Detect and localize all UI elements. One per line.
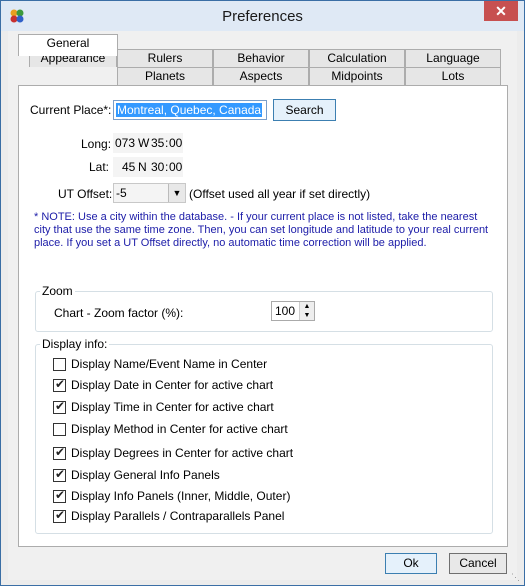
display-option-label[interactable]: Display Date in Center for active chart — [71, 378, 273, 392]
long-separator: : — [165, 136, 169, 150]
ok-button[interactable]: Ok — [385, 553, 437, 574]
lat-minutes[interactable]: 30 — [151, 160, 164, 174]
note-text: * NOTE: Use a city within the database. … — [34, 211, 489, 249]
lat-direction[interactable]: N — [138, 160, 147, 174]
ut-offset-value: -5 — [116, 186, 127, 200]
display-info-group-title: Display info: — [40, 337, 110, 351]
display-option-label[interactable]: Display Time in Center for active chart — [71, 400, 274, 414]
panel-content: Current Place*: Montreal, Quebec, Canada… — [0, 0, 525, 586]
spin-up-icon[interactable]: ▲ — [299, 302, 314, 311]
lat-seconds[interactable]: 00 — [169, 160, 182, 174]
long-minutes[interactable]: 35 — [151, 136, 164, 150]
long-direction[interactable]: W — [138, 136, 149, 150]
checkbox-checked[interactable] — [53, 467, 66, 482]
ut-offset-note: (Offset used all year if set directly) — [189, 187, 371, 201]
ut-offset-select[interactable]: -5 ▼ — [113, 183, 186, 203]
zoom-group-title: Zoom — [40, 284, 75, 298]
lat-separator: : — [165, 160, 169, 174]
lat-label: Lat: — [89, 160, 110, 174]
spin-down-icon[interactable]: ▼ — [299, 311, 314, 320]
checkbox-checked[interactable] — [53, 488, 66, 503]
display-option-label[interactable]: Display General Info Panels — [71, 468, 220, 482]
resize-grip-icon[interactable]: ⋱ — [511, 572, 521, 582]
zoom-factor-label: Chart - Zoom factor (%): — [54, 306, 184, 320]
lat-degrees[interactable]: 45 — [122, 160, 135, 174]
checkbox-checked[interactable] — [53, 445, 66, 460]
zoom-factor-input[interactable]: 100 ▲ ▼ — [271, 301, 315, 321]
display-info-group — [35, 344, 493, 534]
long-degrees[interactable]: 073 — [115, 136, 135, 150]
long-field[interactable]: 073 W 35 : 00 — [113, 133, 183, 153]
checkbox-unchecked[interactable] — [53, 358, 66, 371]
current-place-input[interactable]: Montreal, Quebec, Canada — [113, 100, 267, 120]
display-option-label[interactable]: Display Method in Center for active char… — [71, 422, 288, 436]
checkbox-checked[interactable] — [53, 508, 66, 523]
current-place-label: Current Place*: — [30, 103, 112, 117]
checkbox-checked[interactable] — [53, 377, 66, 392]
lat-field[interactable]: 45 N 30 : 00 — [113, 157, 183, 177]
cancel-button[interactable]: Cancel — [449, 553, 507, 574]
checkbox-checked[interactable] — [53, 399, 66, 414]
long-label: Long: — [81, 137, 112, 151]
checkbox-unchecked[interactable] — [53, 423, 66, 436]
zoom-factor-value: 100 — [275, 304, 296, 318]
long-seconds[interactable]: 00 — [169, 136, 182, 150]
ut-offset-label: UT Offset: — [58, 187, 113, 201]
display-option-label[interactable]: Display Info Panels (Inner, Middle, Oute… — [71, 489, 290, 503]
chevron-down-icon[interactable]: ▼ — [168, 184, 185, 202]
display-option-label[interactable]: Display Parallels / Contraparallels Pane… — [71, 509, 284, 523]
search-button[interactable]: Search — [273, 99, 336, 121]
display-option-label[interactable]: Display Name/Event Name in Center — [71, 357, 267, 371]
current-place-value: Montreal, Quebec, Canada — [116, 103, 263, 117]
display-option-label[interactable]: Display Degrees in Center for active cha… — [71, 446, 293, 460]
